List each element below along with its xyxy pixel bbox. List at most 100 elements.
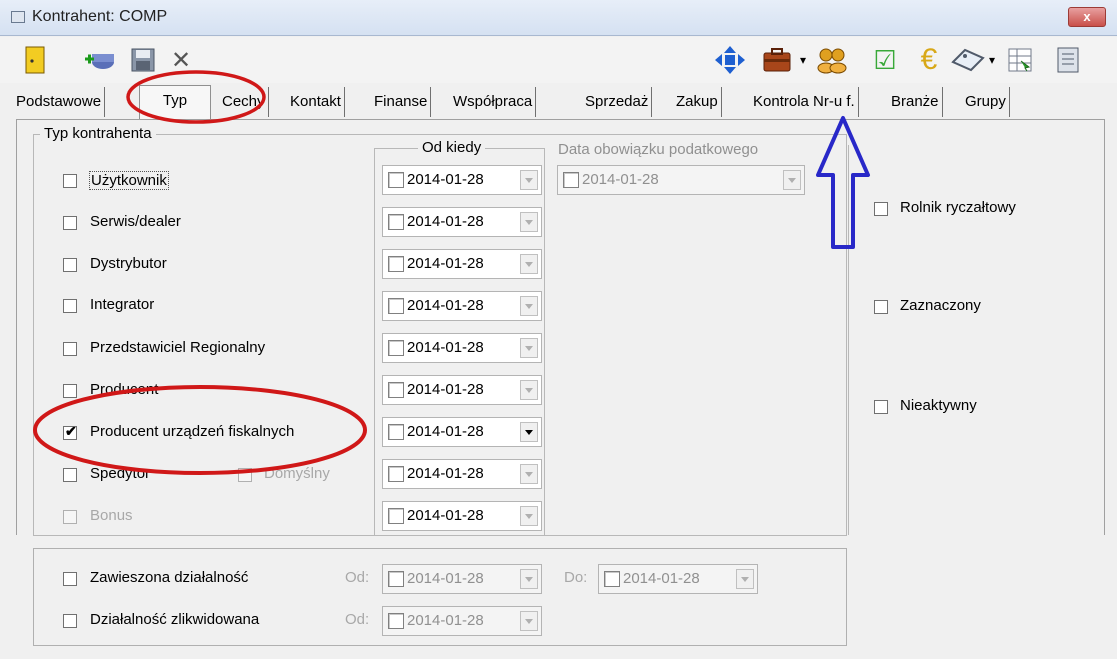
date-dropdown-icon[interactable]	[520, 296, 538, 316]
date-liquidated-from[interactable]: 2014-01-28	[382, 606, 542, 636]
date-suspended-from[interactable]: 2014-01-28	[382, 564, 542, 594]
euro-icon[interactable]: €	[912, 43, 946, 76]
date-checkbox[interactable]	[388, 508, 404, 524]
date-suspended-to[interactable]: 2014-01-28	[598, 564, 758, 594]
date-bonus[interactable]: 2014-01-28	[382, 501, 542, 531]
date-checkbox[interactable]	[388, 214, 404, 230]
checkbox-producent-fiskalnych[interactable]: ✔	[63, 424, 77, 440]
briefcase-icon[interactable]	[757, 45, 797, 75]
date-checkbox[interactable]	[388, 298, 404, 314]
label-zlikwidowana: Działalność zlikwidowana	[90, 611, 260, 628]
checklist-icon[interactable]: ☑	[870, 45, 900, 75]
date-dropdown-icon[interactable]	[520, 506, 538, 526]
date-dropdown-icon[interactable]	[520, 254, 538, 274]
checkbox-zaznaczony[interactable]	[874, 300, 888, 314]
date-checkbox[interactable]	[388, 466, 404, 482]
date-spedytor[interactable]: 2014-01-28	[382, 459, 542, 489]
label-serwis-dealer: Serwis/dealer	[90, 213, 181, 230]
date-value: 2014-01-28	[407, 381, 484, 398]
checkbox-rolnik[interactable]	[874, 202, 888, 216]
cancel-x-icon[interactable]: ✕	[168, 45, 194, 75]
date-checkbox[interactable]	[388, 256, 404, 272]
tax-date-checkbox[interactable]	[563, 172, 579, 188]
since-title: Od kiedy	[418, 139, 486, 156]
date-value: 2014-01-28	[407, 612, 484, 629]
navigation-arrows-icon[interactable]	[710, 45, 750, 75]
checkbox-spedytor[interactable]	[63, 468, 77, 482]
tab-grupy[interactable]: Grupy	[962, 87, 1010, 117]
title-bar: Kontrahent: COMP x	[0, 0, 1117, 36]
label-nieaktywny: Nieaktywny	[900, 397, 977, 414]
date-dropdown-icon[interactable]	[736, 569, 754, 589]
label-rolnik: Rolnik ryczałtowy	[900, 199, 1016, 216]
tab-cechy[interactable]: Cechy	[219, 87, 269, 117]
checkbox-domyslny[interactable]	[238, 468, 252, 482]
tab-zakup[interactable]: Zakup	[673, 87, 722, 117]
checkbox-przedstawiciel[interactable]	[63, 342, 77, 356]
tab-kontrola-nr[interactable]: Kontrola Nr-u f.	[750, 87, 859, 117]
date-dropdown-icon[interactable]	[520, 170, 538, 190]
date-dystrybutor[interactable]: 2014-01-28	[382, 249, 542, 279]
date-dropdown-icon[interactable]	[520, 380, 538, 400]
toolbar: ✕ ▾ ☑ € ▾	[0, 37, 1117, 83]
label-liquidated-from: Od:	[345, 611, 370, 628]
tab-typ[interactable]: Typ	[139, 85, 211, 119]
date-value: 2014-01-28	[407, 297, 484, 314]
tax-date-picker[interactable]: 2014-01-28	[557, 165, 805, 195]
date-dropdown-icon[interactable]	[520, 464, 538, 484]
date-dropdown-icon[interactable]	[520, 422, 538, 442]
date-uzytkownik[interactable]: 2014-01-28	[382, 165, 542, 195]
close-button[interactable]: x	[1068, 7, 1106, 27]
window-app-icon	[11, 11, 25, 23]
tag-icon[interactable]	[950, 45, 986, 75]
label-suspended-from: Od:	[345, 569, 370, 586]
checkbox-nieaktywny[interactable]	[874, 400, 888, 414]
date-dropdown-icon[interactable]	[520, 569, 538, 589]
date-serwis-dealer[interactable]: 2014-01-28	[382, 207, 542, 237]
checkbox-integrator[interactable]	[63, 299, 77, 313]
tab-finanse[interactable]: Finanse	[371, 87, 432, 117]
tab-kontakt[interactable]: Kontakt	[287, 87, 345, 117]
date-checkbox[interactable]	[604, 571, 620, 587]
date-przedstawiciel[interactable]: 2014-01-28	[382, 333, 542, 363]
date-producent-fiskalnych[interactable]: 2014-01-28	[382, 417, 542, 447]
date-checkbox[interactable]	[388, 172, 404, 188]
checkbox-uzytkownik[interactable]	[63, 174, 77, 188]
date-checkbox[interactable]	[388, 613, 404, 629]
window-title: Kontrahent: COMP	[32, 8, 168, 25]
briefcase-dropdown-icon[interactable]: ▾	[797, 45, 809, 75]
checkbox-zlikwidowana[interactable]	[63, 614, 77, 628]
tab-wspolpraca[interactable]: Współpraca	[450, 87, 537, 117]
date-value: 2014-01-28	[407, 507, 484, 524]
date-checkbox[interactable]	[388, 571, 404, 587]
tab-podstawowe[interactable]: Podstawowe	[13, 87, 106, 117]
tab-branze[interactable]: Branże	[888, 87, 943, 117]
tax-date-label: Data obowiązku podatkowego	[558, 141, 759, 158]
date-value: 2014-01-28	[407, 465, 484, 482]
tax-date-value: 2014-01-28	[582, 171, 659, 188]
tax-date-dropdown-icon[interactable]	[783, 170, 801, 190]
checkbox-zawieszona[interactable]	[63, 572, 77, 586]
tag-dropdown-icon[interactable]: ▾	[986, 45, 998, 75]
tab-sprzedaz[interactable]: Sprzedaż	[582, 87, 653, 117]
date-checkbox[interactable]	[388, 340, 404, 356]
users-group-icon[interactable]	[812, 45, 852, 75]
checkbox-bonus[interactable]	[63, 510, 77, 524]
checkbox-dystrybutor[interactable]	[63, 258, 77, 272]
checkbox-producent[interactable]	[63, 384, 77, 398]
grid-list-icon[interactable]	[1002, 45, 1038, 75]
add-contractor-icon[interactable]	[80, 45, 116, 75]
date-checkbox[interactable]	[388, 424, 404, 440]
date-checkbox[interactable]	[388, 382, 404, 398]
label-zawieszona: Zawieszona działalność	[90, 569, 249, 586]
date-dropdown-icon[interactable]	[520, 611, 538, 631]
document-icon[interactable]	[1050, 45, 1086, 75]
save-disk-icon[interactable]	[128, 45, 158, 75]
date-producent[interactable]: 2014-01-28	[382, 375, 542, 405]
checkbox-serwis-dealer[interactable]	[63, 216, 77, 230]
date-integrator[interactable]: 2014-01-28	[382, 291, 542, 321]
date-dropdown-icon[interactable]	[520, 212, 538, 232]
date-dropdown-icon[interactable]	[520, 338, 538, 358]
label-integrator: Integrator	[90, 296, 155, 313]
exit-door-icon[interactable]	[20, 45, 50, 75]
